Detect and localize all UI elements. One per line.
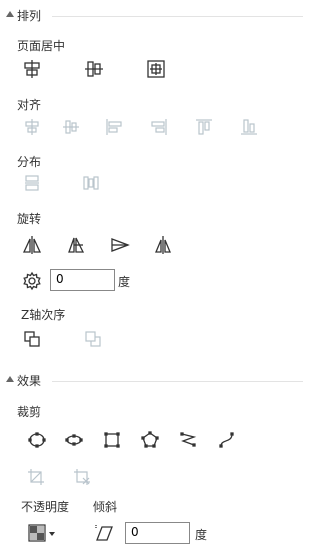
page-center-label: 页面居中 [17,39,66,53]
skew-icon [93,522,115,544]
rotate-left-icon[interactable] [152,234,174,256]
chevron-down-icon[interactable] [46,522,58,544]
align-label: 对齐 [17,98,42,112]
skew-angle-input[interactable]: 0 [125,522,190,544]
rotate-right-icon[interactable] [109,234,131,256]
align-right-icon[interactable] [148,116,170,138]
center-both-icon[interactable] [145,58,167,80]
opacity-label: 不透明度 [21,500,70,514]
section-header-effects[interactable]: 效果 [0,371,303,391]
flip-horizontal-icon[interactable] [21,234,43,256]
rotate-label: 旋转 [17,212,42,226]
send-backward-icon[interactable] [82,328,104,350]
rotate-angle-input[interactable]: 0 [50,269,115,291]
flip-vertical-icon[interactable] [65,234,87,256]
crop-pentagon-icon[interactable] [139,429,161,451]
collapse-triangle-icon[interactable] [6,376,14,382]
skew-unit-label: 度 [195,528,208,542]
align-bottom-icon[interactable] [238,116,260,138]
crop-polyline-icon[interactable] [177,429,199,451]
opacity-swatch-icon[interactable] [26,522,48,544]
distribute-vertical-icon[interactable] [21,172,43,194]
crop-apply-icon[interactable] [25,466,47,488]
center-vertical-icon[interactable] [83,58,105,80]
section-title-arrange: 排列 [17,9,42,23]
align-center-h-icon[interactable] [21,116,43,138]
skew-label: 倾斜 [93,500,118,514]
crop-oval-icon[interactable] [63,429,85,451]
z-order-label: Z轴次序 [21,308,66,322]
align-center-v-icon[interactable] [60,116,82,138]
section-divider [52,16,303,17]
rotate-unit-label: 度 [118,275,131,289]
bring-forward-icon[interactable] [21,328,43,350]
rotate-settings-icon [21,270,43,292]
crop-curve-icon[interactable] [216,429,238,451]
distribute-horizontal-icon[interactable] [80,172,102,194]
crop-rectangle-icon[interactable] [101,429,123,451]
section-title-effects: 效果 [17,374,42,388]
section-header-arrange[interactable]: 排列 [0,6,303,26]
section-divider [52,381,303,382]
center-horizontal-icon[interactable] [21,58,43,80]
distribute-label: 分布 [17,155,42,169]
align-left-icon[interactable] [103,116,125,138]
crop-clear-icon[interactable] [71,466,93,488]
crop-ellipse-icon[interactable] [26,429,48,451]
collapse-triangle-icon[interactable] [6,11,14,17]
crop-label: 裁剪 [17,405,42,419]
align-top-icon[interactable] [193,116,215,138]
